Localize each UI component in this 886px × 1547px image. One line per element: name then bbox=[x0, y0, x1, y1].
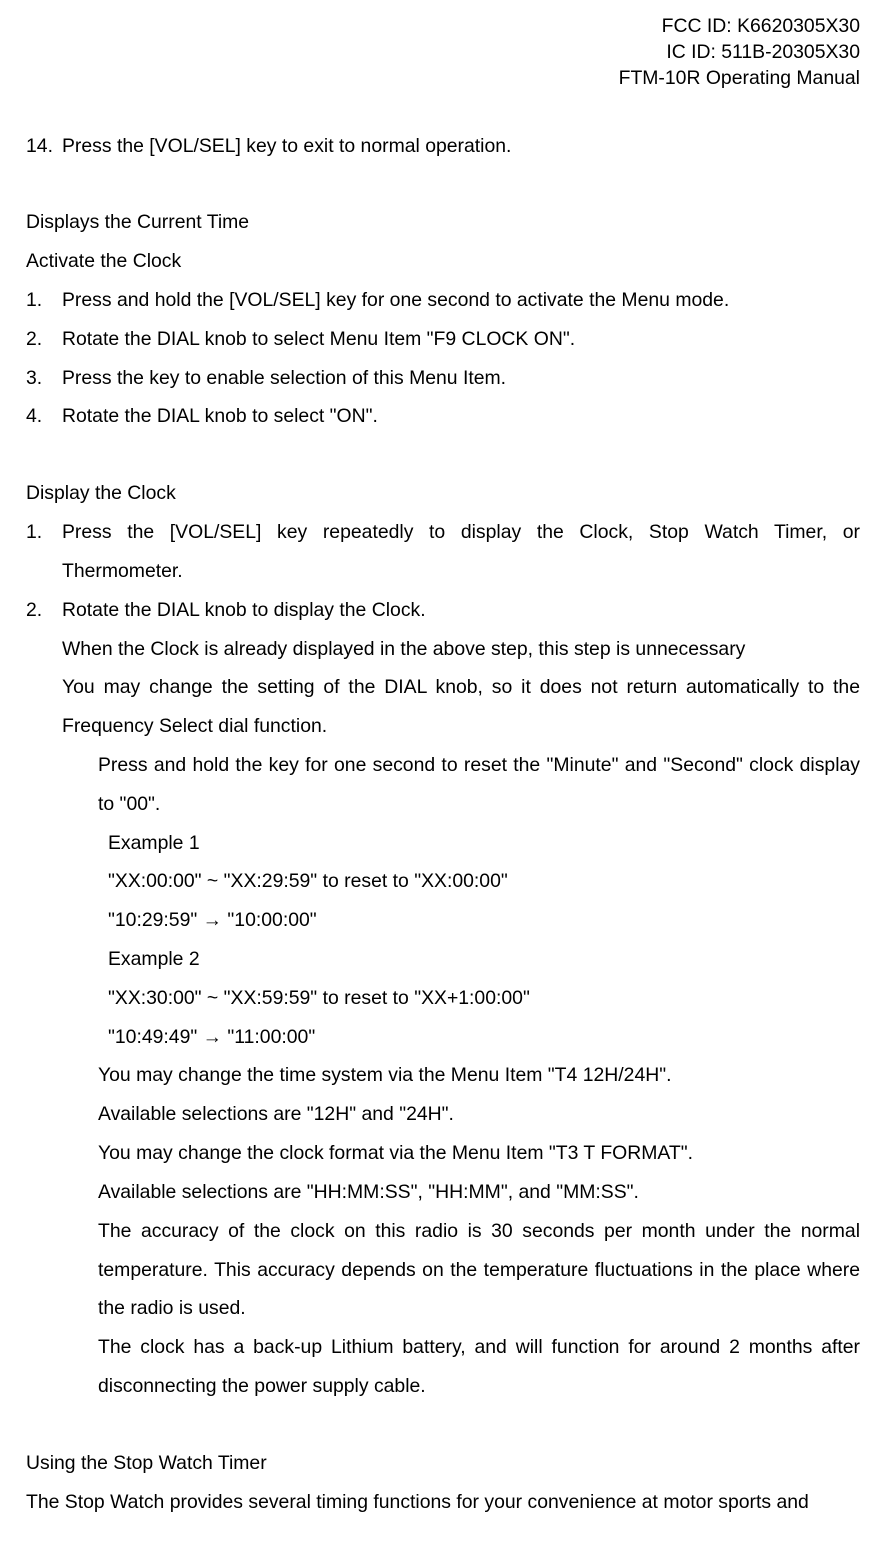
example-1-line-1: "XX:00:00" ~ "XX:29:59" to reset to "XX:… bbox=[108, 862, 860, 901]
battery-note: The clock has a back-up Lithium battery,… bbox=[98, 1328, 860, 1406]
example-2-line-1: "XX:30:00" ~ "XX:59:59" to reset to "XX+… bbox=[108, 979, 860, 1018]
step-text: Rotate the DIAL knob to display the Cloc… bbox=[62, 591, 860, 630]
step-number: 1. bbox=[26, 513, 62, 591]
example-1-label: Example 1 bbox=[108, 824, 860, 863]
activate-step-3: 3. Press the key to enable selection of … bbox=[26, 359, 860, 398]
step-text: Press and hold the [VOL/SEL] key for one… bbox=[62, 281, 860, 320]
step-14: 14. Press the [VOL/SEL] key to exit to n… bbox=[26, 127, 860, 166]
step-text: Press the key to enable selection of thi… bbox=[62, 359, 860, 398]
example-2-line-2: "10:49:49" → "11:00:00" bbox=[108, 1018, 860, 1057]
step-number: 2. bbox=[26, 320, 62, 359]
display-note-already: When the Clock is already displayed in t… bbox=[62, 630, 860, 669]
section-heading-displays-time: Displays the Current Time bbox=[26, 203, 860, 242]
step-number: 4. bbox=[26, 397, 62, 436]
example-1-line-2: "10:29:59" → "10:00:00" bbox=[108, 901, 860, 940]
time-system-options: Available selections are "12H" and "24H"… bbox=[98, 1095, 860, 1134]
step-text: Press the [VOL/SEL] key repeatedly to di… bbox=[62, 513, 860, 591]
clock-format-note: You may change the clock format via the … bbox=[98, 1134, 860, 1173]
display-note-dial: You may change the setting of the DIAL k… bbox=[62, 668, 860, 746]
clock-format-options: Available selections are "HH:MM:SS", "HH… bbox=[98, 1173, 860, 1212]
manual-name-line: FTM-10R Operating Manual bbox=[26, 65, 860, 91]
document-header: FCC ID: K6620305X30 IC ID: 511B-20305X30… bbox=[26, 13, 860, 92]
subsection-display-clock: Display the Clock bbox=[26, 474, 860, 513]
ic-id-line: IC ID: 511B-20305X30 bbox=[26, 39, 860, 65]
time-system-note: You may change the time system via the M… bbox=[98, 1056, 860, 1095]
step-text: Rotate the DIAL knob to select "ON". bbox=[62, 397, 860, 436]
activate-step-2: 2. Rotate the DIAL knob to select Menu I… bbox=[26, 320, 860, 359]
step-number: 14. bbox=[26, 127, 62, 166]
document-body: 14. Press the [VOL/SEL] key to exit to n… bbox=[26, 127, 860, 1522]
fcc-id-line: FCC ID: K6620305X30 bbox=[26, 13, 860, 39]
example-2-label: Example 2 bbox=[108, 940, 860, 979]
step-text: Press the [VOL/SEL] key to exit to norma… bbox=[62, 127, 860, 166]
display-step-1: 1. Press the [VOL/SEL] key repeatedly to… bbox=[26, 513, 860, 591]
activate-step-1: 1. Press and hold the [VOL/SEL] key for … bbox=[26, 281, 860, 320]
display-step-2: 2. Rotate the DIAL knob to display the C… bbox=[26, 591, 860, 630]
activate-step-4: 4. Rotate the DIAL knob to select "ON". bbox=[26, 397, 860, 436]
step-number: 2. bbox=[26, 591, 62, 630]
accuracy-note: The accuracy of the clock on this radio … bbox=[98, 1212, 860, 1328]
section-heading-stopwatch: Using the Stop Watch Timer bbox=[26, 1444, 860, 1483]
step-text: Rotate the DIAL knob to select Menu Item… bbox=[62, 320, 860, 359]
step-number: 1. bbox=[26, 281, 62, 320]
subsection-activate-clock: Activate the Clock bbox=[26, 242, 860, 281]
reset-note: Press and hold the key for one second to… bbox=[98, 746, 860, 824]
stopwatch-intro: The Stop Watch provides several timing f… bbox=[26, 1483, 860, 1522]
step-number: 3. bbox=[26, 359, 62, 398]
